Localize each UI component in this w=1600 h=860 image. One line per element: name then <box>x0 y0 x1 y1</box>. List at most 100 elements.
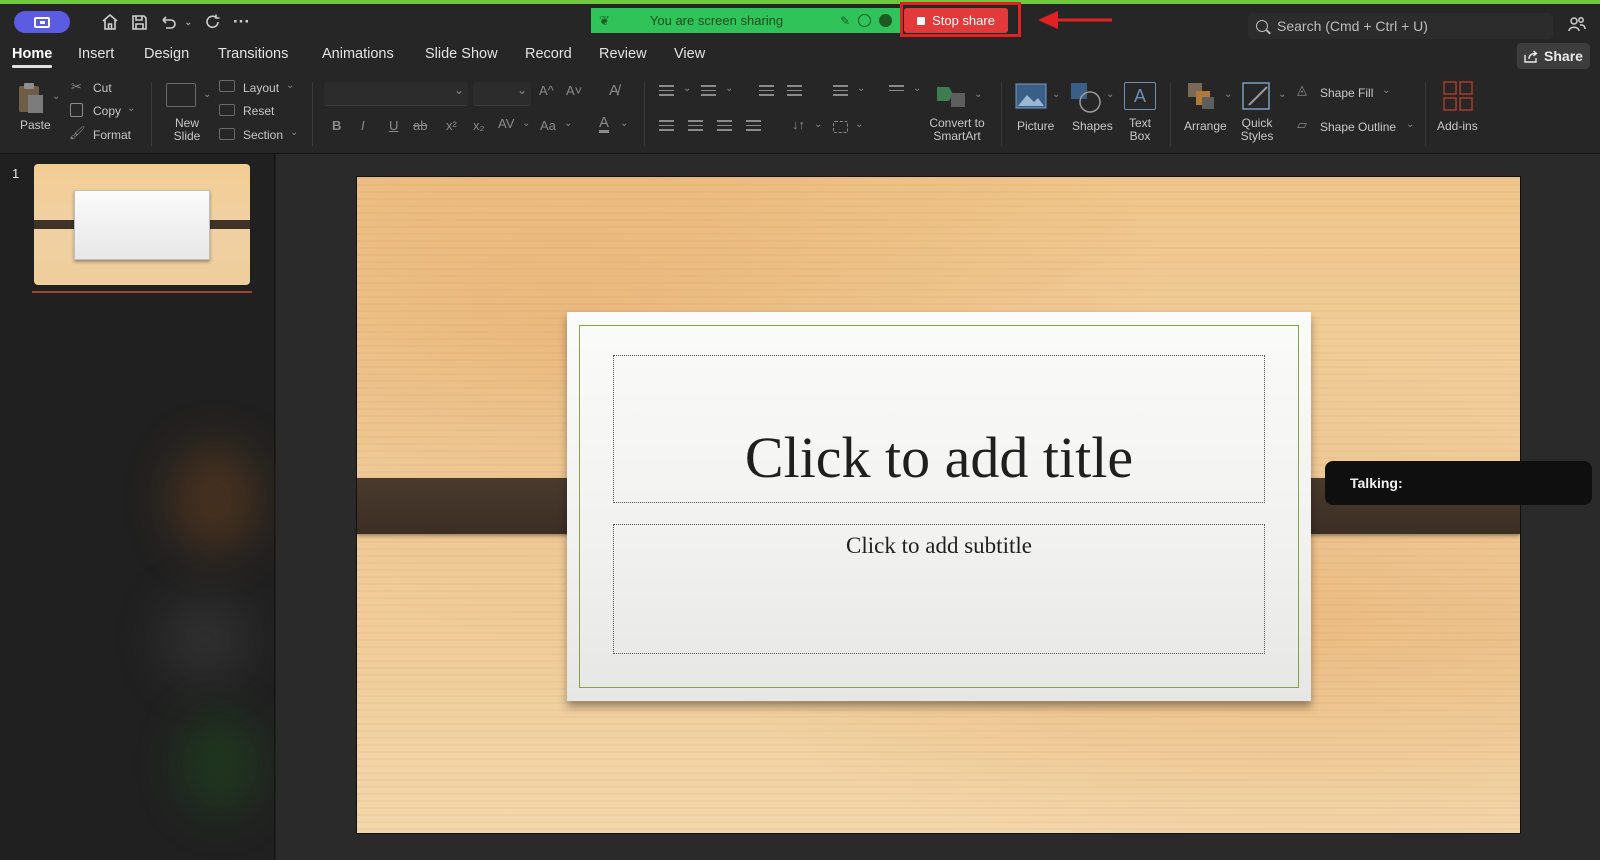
subtitle-placeholder[interactable]: Click to add subtitle <box>613 524 1265 654</box>
columns-dropdown-icon[interactable]: ⌄ <box>913 83 921 94</box>
scissors-icon: ✂ <box>71 79 82 94</box>
tab-transitions[interactable]: Transitions <box>218 46 288 62</box>
layout-dropdown-icon: ⌄ <box>286 80 295 91</box>
numbering-icon[interactable] <box>701 85 716 99</box>
title-placeholder[interactable]: Click to add title <box>613 355 1265 503</box>
layout-label: Layout <box>243 81 280 95</box>
tab-review[interactable]: Review <box>599 46 647 62</box>
separator <box>644 82 645 146</box>
layout-icon <box>219 80 235 92</box>
align-text-dropdown-icon[interactable]: ⌄ <box>855 119 863 130</box>
search-placeholder: Search (Cmd + Ctrl + U) <box>1277 18 1428 34</box>
columns-icon[interactable] <box>889 85 904 94</box>
numbering-dropdown-icon[interactable]: ⌄ <box>725 83 733 94</box>
mic-muted-icon[interactable]: ✎ <box>840 14 850 28</box>
paste-label: Paste <box>20 118 51 132</box>
arrange-label: Arrange <box>1184 119 1227 133</box>
shapes-label: Shapes <box>1072 119 1113 133</box>
slide-thumbnail[interactable] <box>34 164 250 285</box>
underline-button[interactable]: U <box>389 118 398 133</box>
copy-label: Copy <box>93 104 122 118</box>
grow-font-button[interactable]: A^ <box>539 83 554 98</box>
tab-design[interactable]: Design <box>144 46 189 62</box>
tab-animations[interactable]: Animations <box>322 46 394 62</box>
decrease-indent-icon[interactable] <box>759 85 774 99</box>
align-text-icon[interactable] <box>833 121 848 133</box>
redo-icon[interactable] <box>204 10 222 34</box>
clear-formatting-icon[interactable]: A̸ <box>609 82 619 99</box>
title-placeholder-text: Click to add title <box>744 425 1134 490</box>
tab-record[interactable]: Record <box>525 46 572 62</box>
separator <box>1001 82 1002 146</box>
search-box[interactable]: Search (Cmd + Ctrl + U) <box>1248 13 1553 39</box>
smartart-dropdown-icon: ⌄ <box>974 89 983 100</box>
italic-button[interactable]: I <box>361 118 365 133</box>
quick-styles-dropdown-icon: ⌄ <box>1278 89 1287 100</box>
superscript-button[interactable]: x² <box>446 118 457 133</box>
thumbnail-card <box>74 190 210 260</box>
bold-button[interactable]: B <box>332 118 341 133</box>
quick-styles-label-line2: Styles <box>1240 129 1274 143</box>
tab-view[interactable]: View <box>674 46 705 62</box>
picture-label: Picture <box>1017 119 1055 133</box>
align-right-icon[interactable] <box>717 120 732 134</box>
text-direction-dropdown-icon[interactable]: ⌄ <box>814 119 822 130</box>
justify-icon[interactable] <box>746 120 761 134</box>
new-slide-label: New Slide <box>172 117 202 143</box>
background-glow <box>170 444 260 554</box>
ribbon-tabs: Home Insert Design Transitions Animation… <box>0 40 1600 74</box>
tab-insert[interactable]: Insert <box>78 46 114 62</box>
picture-icon <box>1015 83 1047 109</box>
reset-label: Reset <box>243 104 275 118</box>
character-spacing-button[interactable]: AV <box>498 116 514 131</box>
shape-outline-icon: ▱ <box>1297 117 1307 132</box>
brush-icon: 🖌 <box>69 125 86 140</box>
strikethrough-button[interactable]: ab <box>413 118 427 133</box>
new-slide-icon <box>166 83 196 107</box>
increase-indent-icon[interactable] <box>787 85 802 99</box>
screen-sharing-banner[interactable]: ❦ You are screen sharing ✎ <box>591 8 900 33</box>
new-slide-label-line2: Slide <box>173 129 201 143</box>
leaf-icon: ❦ <box>599 12 610 28</box>
line-spacing-dropdown-icon[interactable]: ⌄ <box>857 83 865 94</box>
shrink-font-button[interactable]: A˅ <box>566 83 582 98</box>
section-label: Section <box>243 128 284 142</box>
section-icon <box>219 128 235 140</box>
slide-canvas[interactable]: Click to add title Click to add subtitle <box>357 177 1520 833</box>
spacing-dropdown-icon[interactable]: ⌄ <box>522 118 530 129</box>
subscript-button[interactable]: x₂ <box>473 118 485 133</box>
screen-sharing-text: You are screen sharing <box>649 13 784 28</box>
status-icon[interactable] <box>858 14 871 27</box>
font-name-dropdown[interactable] <box>324 82 468 106</box>
undo-icon[interactable] <box>159 10 179 34</box>
line-spacing-icon[interactable] <box>833 85 848 99</box>
bullets-icon[interactable] <box>659 85 674 99</box>
search-icon <box>1256 20 1268 32</box>
undo-dropdown-icon[interactable]: ⌄ <box>184 10 192 34</box>
arrange-dropdown-icon: ⌄ <box>1224 89 1233 100</box>
tab-slide-show[interactable]: Slide Show <box>425 46 498 62</box>
align-center-icon[interactable] <box>688 120 703 134</box>
shape-outline-label: Shape Outline <box>1320 120 1397 134</box>
change-case-button[interactable]: Aa <box>540 118 556 133</box>
font-color-button[interactable]: A <box>599 115 610 133</box>
font-size-dropdown[interactable] <box>473 82 531 106</box>
smartart-label-line2: SmartArt <box>933 129 981 143</box>
meeting-app-button[interactable] <box>14 11 70 33</box>
separator <box>1425 82 1426 146</box>
more-commands-button[interactable]: ··· <box>233 10 250 34</box>
people-icon[interactable] <box>1568 16 1586 37</box>
text-direction-icon[interactable]: ↓↑ <box>792 117 805 132</box>
tab-home[interactable]: Home <box>12 46 53 68</box>
share-icon <box>1524 49 1538 63</box>
save-icon[interactable] <box>131 10 148 34</box>
font-color-dropdown-icon[interactable]: ⌄ <box>620 118 628 129</box>
home-icon[interactable] <box>101 10 119 34</box>
share-button[interactable]: Share <box>1517 43 1590 69</box>
separator <box>312 82 313 146</box>
align-left-icon[interactable] <box>659 120 674 134</box>
shield-icon[interactable] <box>879 14 892 27</box>
subtitle-placeholder-text: Click to add subtitle <box>846 533 1032 558</box>
bullets-dropdown-icon[interactable]: ⌄ <box>683 83 691 94</box>
case-dropdown-icon[interactable]: ⌄ <box>564 118 572 129</box>
